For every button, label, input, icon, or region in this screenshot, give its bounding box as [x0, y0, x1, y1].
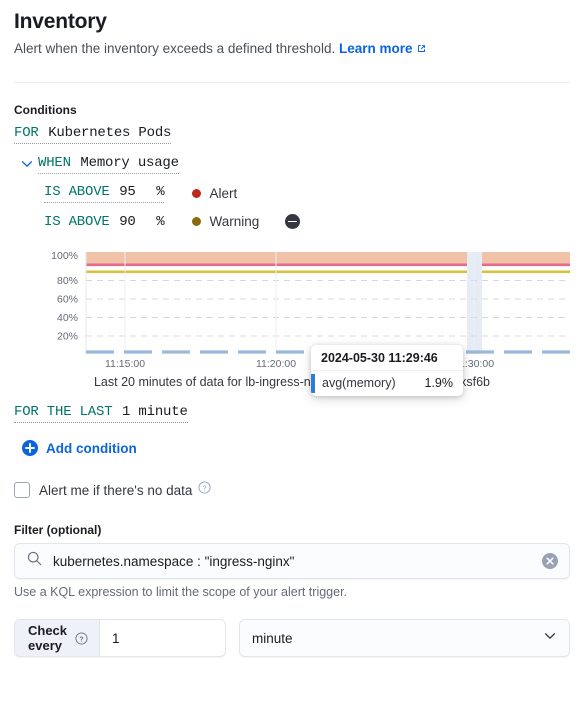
minus-circle-icon[interactable]: [285, 213, 301, 229]
chart-y-ticks: 100% 80% 60% 40% 20%: [51, 250, 78, 343]
threshold-comparator: IS ABOVE: [44, 214, 110, 230]
chart-plot-area: 100% 80% 60% 40% 20% 11:15:00 11:20:00 1…: [14, 242, 570, 396]
threshold-row: IS ABOVE 90 % Warning: [14, 212, 570, 230]
tooltip-series-name: avg(memory): [322, 376, 396, 390]
threshold-comparator: IS ABOVE: [44, 184, 110, 200]
threshold-unit: %: [156, 184, 165, 200]
check-every-row: Check every ? minute: [14, 619, 570, 657]
check-every-amount-input[interactable]: [100, 620, 225, 656]
add-condition-label: Add condition: [46, 440, 137, 456]
page-header: Inventory Alert when the inventory excee…: [14, 0, 570, 60]
filter-label: Filter (optional): [14, 523, 102, 537]
search-icon: [27, 551, 42, 571]
filter-input[interactable]: [53, 553, 542, 569]
when-row: WHEN Memory usage: [20, 154, 570, 174]
for-the-last-keyword: FOR THE LAST: [14, 404, 113, 420]
no-data-checkbox-row: Alert me if there's no data ?: [14, 481, 570, 499]
x-tick-label: 11:15:00: [105, 358, 145, 370]
for-expression[interactable]: FOR Kubernetes Pods: [14, 124, 171, 144]
check-every-prepend: Check every ?: [15, 620, 101, 656]
page-title: Inventory: [14, 10, 107, 33]
header-divider: [14, 82, 570, 83]
severity-warning[interactable]: Warning: [192, 214, 259, 229]
for-keyword: FOR: [14, 125, 39, 141]
question-circle-icon[interactable]: ?: [75, 631, 88, 645]
chart-tooltip: 2024-05-30 11:29:46 avg(memory) 1.9%: [311, 345, 463, 396]
chart-caption: Last 20 minutes of data for lb-ingress-n…: [93, 375, 491, 389]
learn-more-label: Learn more: [338, 41, 413, 56]
chart-svg: 100% 80% 60% 40% 20% 11:15:00 11:20:00 1…: [51, 250, 570, 370]
filter-help-text: Use a KQL expression to limit the scope …: [14, 585, 348, 599]
page-description: Alert when the inventory exceeds a defin…: [14, 39, 570, 60]
threshold-preview-chart: 100% 80% 60% 40% 20% 11:15:00 11:20:00 1…: [14, 242, 570, 396]
page-description-text: Alert when the inventory exceeds a defin…: [14, 41, 336, 56]
plus-circle-icon: [22, 440, 38, 456]
tooltip-color-swatch: [311, 374, 315, 393]
inventory-alert-form: Inventory Alert when the inventory excee…: [0, 0, 584, 706]
y-tick-label: 40%: [57, 312, 78, 324]
for-row: FOR Kubernetes Pods: [14, 124, 570, 144]
chart-vertical-gridlines: [124, 252, 475, 354]
tooltip-timestamp: 2024-05-30 11:29:46: [311, 345, 463, 371]
for-the-last-expression[interactable]: FOR THE LAST 1 minute: [14, 403, 188, 423]
severity-label: Warning: [209, 213, 260, 229]
svg-text:?: ?: [203, 485, 207, 492]
threshold-expression[interactable]: IS ABOVE 90 %: [44, 212, 165, 230]
for-the-last-row: FOR THE LAST 1 minute: [14, 403, 570, 423]
severity-label: Alert: [209, 185, 238, 201]
check-every-unit-select[interactable]: minute: [239, 619, 570, 657]
add-condition-button[interactable]: Add condition: [14, 440, 570, 456]
threshold-expression[interactable]: IS ABOVE 95 %: [44, 183, 165, 203]
chevron-down-icon: [543, 629, 557, 648]
threshold-row: IS ABOVE 95 % Alert: [14, 183, 570, 203]
for-the-last-value: 1 minute: [122, 404, 188, 420]
chevron-down-icon[interactable]: [20, 157, 34, 171]
severity-dot-icon: [192, 216, 202, 226]
clear-circle-icon[interactable]: [542, 553, 558, 569]
threshold-unit: %: [156, 214, 165, 230]
threshold-value: 95: [119, 184, 136, 200]
x-tick-label: 11:20:00: [256, 358, 296, 370]
alert-no-data-label[interactable]: Alert me if there's no data: [39, 483, 192, 498]
check-every-label: Check every: [28, 623, 68, 653]
alert-band: [86, 252, 570, 265]
chart-gridlines: [86, 280, 570, 337]
external-link-icon: [416, 40, 427, 60]
y-tick-label: 60%: [57, 294, 78, 306]
filter-field[interactable]: [14, 543, 570, 579]
tooltip-series-row: avg(memory) 1.9%: [311, 371, 463, 396]
alert-threshold-line: [86, 263, 570, 267]
tooltip-series-value: 1.9%: [424, 376, 454, 390]
y-tick-label: 80%: [57, 275, 78, 287]
learn-more-link[interactable]: Learn more: [339, 41, 427, 56]
check-every-group: Check every ?: [14, 619, 226, 657]
severity-dot-icon: [192, 188, 202, 198]
when-expression[interactable]: WHEN Memory usage: [38, 154, 179, 174]
y-tick-label: 20%: [57, 331, 78, 343]
threshold-value: 90: [119, 214, 136, 230]
for-value: Kubernetes Pods: [48, 125, 172, 141]
alert-no-data-checkbox[interactable]: [14, 482, 30, 498]
svg-text:?: ?: [79, 636, 83, 643]
when-value: Memory usage: [80, 155, 179, 171]
when-keyword: WHEN: [38, 155, 71, 171]
check-every-unit-value: minute: [252, 630, 293, 646]
warning-threshold-line: [86, 270, 570, 274]
question-circle-icon[interactable]: ?: [198, 481, 211, 499]
conditions-label: Conditions: [14, 103, 77, 117]
severity-alert[interactable]: Alert: [192, 186, 237, 201]
y-tick-label: 100%: [51, 250, 78, 262]
